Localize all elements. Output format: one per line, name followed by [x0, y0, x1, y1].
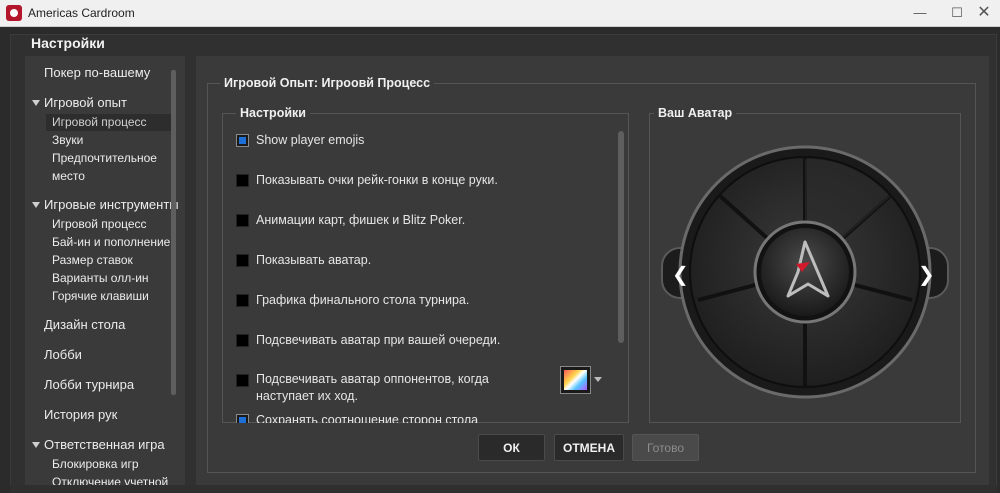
sidebar-item-game-experience[interactable]: Игровой опыт [44, 95, 127, 110]
sidebar-item-gameplay[interactable]: Игровой процесс [46, 114, 176, 131]
done-button[interactable]: Готово [632, 434, 699, 461]
expand-triangle-icon[interactable] [32, 202, 40, 208]
sidebar-item-tools-gameplay[interactable]: Игровой процесс [52, 217, 147, 231]
sidebar-item-game-tools[interactable]: Игровые инструменты [44, 197, 179, 212]
sidebar-item-bet-size[interactable]: Размер ставок [52, 253, 133, 267]
checkbox[interactable] [236, 334, 249, 347]
bottom-strip [10, 485, 997, 493]
prev-avatar-icon[interactable]: ❮ [672, 262, 689, 286]
sidebar-item-poker-your-way[interactable]: Покер по-вашему [44, 65, 150, 80]
checkbox[interactable] [236, 294, 249, 307]
option-keep-aspect-ratio[interactable]: Сохранять соотношение сторон стола [236, 413, 536, 423]
app-logo-icon [6, 5, 22, 21]
sidebar-item-tournament-lobby[interactable]: Лобби турнира [44, 377, 134, 392]
avatar-selector-wheel: ❮ ❯ [661, 145, 949, 399]
expand-triangle-icon[interactable] [32, 442, 40, 448]
close-icon[interactable]: ✕ [972, 3, 996, 23]
sidebar-item-preferred-seat[interactable]: Предпочтительное [52, 151, 157, 165]
page-title: Настройки [31, 35, 105, 51]
checkbox[interactable] [236, 214, 249, 227]
maximize-icon[interactable]: ☐ [945, 3, 969, 23]
sidebar-item-sounds[interactable]: Звуки [52, 133, 83, 147]
settings-scrollbar[interactable] [618, 131, 624, 343]
ok-button[interactable]: ОК [478, 434, 545, 461]
sidebar-item-game-block[interactable]: Блокировка игр [52, 457, 139, 471]
sidebar-item-allin-options[interactable]: Варианты олл-ин [52, 271, 149, 285]
sidebar-item-preferred-seat-line2[interactable]: место [52, 169, 85, 183]
sidebar-item-lobby[interactable]: Лобби [44, 347, 82, 362]
cancel-button[interactable]: ОТМЕНА [554, 434, 624, 461]
checkbox[interactable] [236, 174, 249, 187]
sidebar-item-hand-history[interactable]: История рук [44, 407, 117, 422]
color-gradient-icon [564, 370, 587, 390]
settings-group-title: Настройки [236, 106, 310, 120]
window-title: Americas Cardroom [28, 6, 135, 20]
chevron-down-icon[interactable] [594, 377, 602, 382]
checkbox[interactable] [236, 254, 249, 267]
sidebar-item-hotkeys[interactable]: Горячие клавиши [52, 289, 149, 303]
sidebar-item-responsible-gaming[interactable]: Ответственная игра [44, 437, 165, 452]
checkbox[interactable] [236, 414, 249, 423]
minimize-icon[interactable]: — [908, 3, 932, 23]
sidebar-item-table-design[interactable]: Дизайн стола [44, 317, 125, 332]
sidebar-item-buyin[interactable]: Бай-ин и пополнение [52, 235, 170, 249]
option-highlight-opponents[interactable]: Подсвечивать аватар оппонентов, когда на… [236, 372, 536, 407]
next-avatar-icon[interactable]: ❯ [918, 262, 935, 286]
checkbox[interactable] [236, 374, 249, 387]
window-titlebar: Americas Cardroom — ☐ ✕ [0, 0, 1000, 27]
group-title: Игровой Опыт: Игроовй Процесс [220, 76, 435, 90]
highlight-color-picker[interactable] [560, 366, 591, 394]
checkbox[interactable] [236, 134, 249, 147]
expand-triangle-icon[interactable] [32, 100, 40, 106]
sidebar-scrollbar[interactable] [171, 70, 176, 395]
